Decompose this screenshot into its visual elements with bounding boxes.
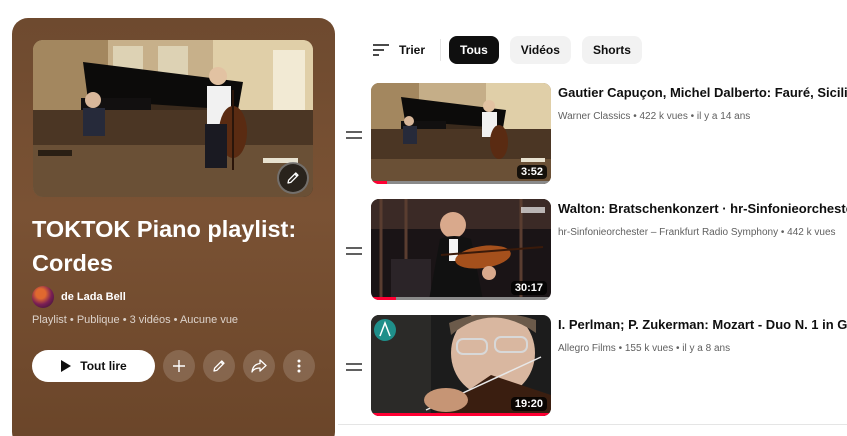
share-button[interactable]: [243, 350, 275, 382]
chip-videos[interactable]: Vidéos: [509, 36, 571, 64]
share-icon: [251, 359, 267, 373]
video-meta: Allegro Films155 k vuesil y a 8 ans: [558, 343, 847, 354]
video-duration: 30:17: [510, 281, 547, 295]
playlist-actions: Tout lire: [32, 350, 315, 382]
list-item[interactable]: 3:52 Gautier Capuçon, Michel Dalberto: F…: [343, 83, 847, 187]
video-channel[interactable]: hr-Sinfonieorchester – Frankfurt Radio S…: [558, 227, 778, 238]
list-item[interactable]: 30:17 Walton: Bratschenkonzert · hr-Sinf…: [343, 199, 847, 303]
more-vertical-icon: [297, 359, 301, 373]
save-playlist-button[interactable]: [163, 350, 195, 382]
watch-progress-fill: [371, 297, 397, 300]
playlist-thumbnail[interactable]: [33, 40, 313, 197]
video-channel[interactable]: Allegro Films: [558, 343, 616, 354]
owner-name[interactable]: de Lada Bell: [61, 291, 126, 303]
list-item[interactable]: 19:20 I. Perlman; P. Zukerman: Mozart - …: [343, 315, 847, 419]
edit-thumbnail-button[interactable]: [277, 162, 309, 194]
chip-all[interactable]: Tous: [449, 36, 499, 64]
filter-bar: Trier Tous Vidéos Shorts: [372, 36, 653, 64]
video-meta: Warner Classics422 k vuesil y a 14 ans: [558, 111, 847, 122]
video-views: 422 k vues: [630, 111, 687, 122]
plus-icon: [173, 360, 185, 372]
video-title[interactable]: I. Perlman; P. Zukerman: Mozart - Duo N.…: [558, 317, 847, 332]
video-title[interactable]: Walton: Bratschenkonzert · hr-Sinfonieor…: [558, 201, 847, 216]
sort-label: Trier: [399, 43, 426, 57]
play-icon: [61, 360, 72, 372]
playlist-video-count: 3 vidéos: [120, 314, 171, 326]
pencil-icon: [287, 172, 299, 184]
video-thumbnail[interactable]: 19:20: [371, 315, 551, 416]
video-age: il y a 14 ans: [688, 111, 750, 122]
watch-progress-bar: [371, 181, 551, 184]
playlist-meta: PlaylistPublique3 vidéosAucune vue: [32, 314, 238, 326]
watch-progress-bar: [371, 297, 551, 300]
video-duration: 3:52: [516, 165, 547, 179]
video-thumbnail[interactable]: 3:52: [371, 83, 551, 184]
drag-handle-icon[interactable]: [346, 363, 362, 372]
more-actions-button[interactable]: [283, 350, 315, 382]
pencil-icon: [213, 360, 225, 372]
video-channel[interactable]: Warner Classics: [558, 111, 630, 122]
video-duration: 19:20: [510, 397, 547, 411]
video-views: 155 k vues: [616, 343, 673, 354]
watch-progress-fill: [371, 181, 388, 184]
video-meta: hr-Sinfonieorchester – Frankfurt Radio S…: [558, 227, 847, 238]
playlist-thumbnail-image: [33, 40, 313, 197]
video-thumbnail[interactable]: 30:17: [371, 199, 551, 300]
list-divider: [338, 424, 847, 425]
play-all-label: Tout lire: [80, 359, 127, 373]
chip-shorts[interactable]: Shorts: [581, 36, 642, 64]
avatar[interactable]: [32, 286, 54, 308]
watch-progress-bar: [371, 413, 551, 416]
drag-handle-icon[interactable]: [346, 247, 362, 256]
playlist-views: Aucune vue: [171, 314, 238, 326]
playlist-header-panel: TOKTOK Piano playlist: Cordes de Lada Be…: [12, 18, 335, 436]
video-title[interactable]: Gautier Capuçon, Michel Dalberto: Fauré,…: [558, 85, 847, 100]
playlist-type: Playlist: [32, 314, 67, 326]
playlist-privacy: Publique: [67, 314, 120, 326]
playlist-owner[interactable]: de Lada Bell: [32, 286, 126, 308]
playlist-title: TOKTOK Piano playlist: Cordes: [32, 216, 297, 276]
video-age: il y a 8 ans: [673, 343, 730, 354]
filter-divider: [440, 39, 442, 61]
edit-playlist-button[interactable]: [203, 350, 235, 382]
sort-button[interactable]: Trier: [372, 43, 425, 57]
drag-handle-icon[interactable]: [346, 131, 362, 140]
play-all-button[interactable]: Tout lire: [32, 350, 155, 382]
video-views: 442 k vues: [778, 227, 835, 238]
watch-progress-fill: [371, 413, 551, 416]
sort-icon: [373, 44, 389, 56]
